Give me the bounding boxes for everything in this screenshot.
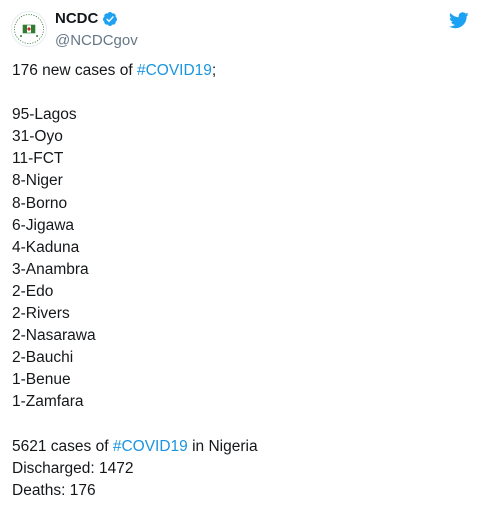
display-name[interactable]: NCDC [55, 10, 98, 28]
state-line: 31-Oyo [12, 128, 63, 146]
intro-prefix: 176 new cases of [12, 62, 137, 79]
user-identity: NCDC @NCDCgov [55, 10, 138, 50]
twitter-bird-icon[interactable] [449, 12, 469, 29]
state-line: 8-Borno [12, 194, 68, 212]
hashtag-link[interactable]: #COVID19 [137, 62, 212, 79]
state-line: 95-Lagos [12, 106, 77, 124]
intro-suffix: ; [211, 62, 217, 79]
state-line: 11-FCT [12, 150, 64, 168]
user-handle[interactable]: @NCDCgov [55, 32, 138, 50]
summary-prefix: 5621 cases of [12, 437, 113, 455]
avatar[interactable] [11, 11, 47, 47]
state-line: 1-Zamfara [12, 393, 84, 411]
state-line: 2-Edo [12, 282, 54, 300]
state-line: 2-Rivers [12, 305, 70, 323]
tweet-text: 176 new cases of #COVID19; 95-Lagos 31-O… [12, 60, 472, 502]
intro-line: 176 new cases of #COVID19; [12, 60, 472, 82]
state-line: 6-Jigawa [12, 216, 75, 234]
summary-suffix: in Nigeria [187, 437, 258, 455]
state-line: 8-Niger [12, 172, 63, 190]
state-line: 4-Kaduna [12, 238, 80, 256]
state-line: 3-Anambra [12, 260, 89, 278]
state-line: 2-Bauchi [12, 349, 74, 367]
deaths-line: Deaths: 176 [12, 481, 96, 499]
state-line: 2-Nasarawa [12, 327, 96, 345]
verified-badge-icon [103, 12, 118, 26]
hashtag-link[interactable]: #COVID19 [113, 438, 188, 455]
tweet-card: NCDC @NCDCgov 176 new cases of #COVID19;… [0, 0, 483, 507]
display-name-row: NCDC [55, 10, 138, 28]
ncdc-logo-icon [13, 13, 45, 45]
discharged-line: Discharged: 1472 [12, 459, 134, 477]
summary-line: 5621 cases of #COVID19 in Nigeria [12, 436, 472, 458]
state-line: 1-Benue [12, 371, 71, 389]
